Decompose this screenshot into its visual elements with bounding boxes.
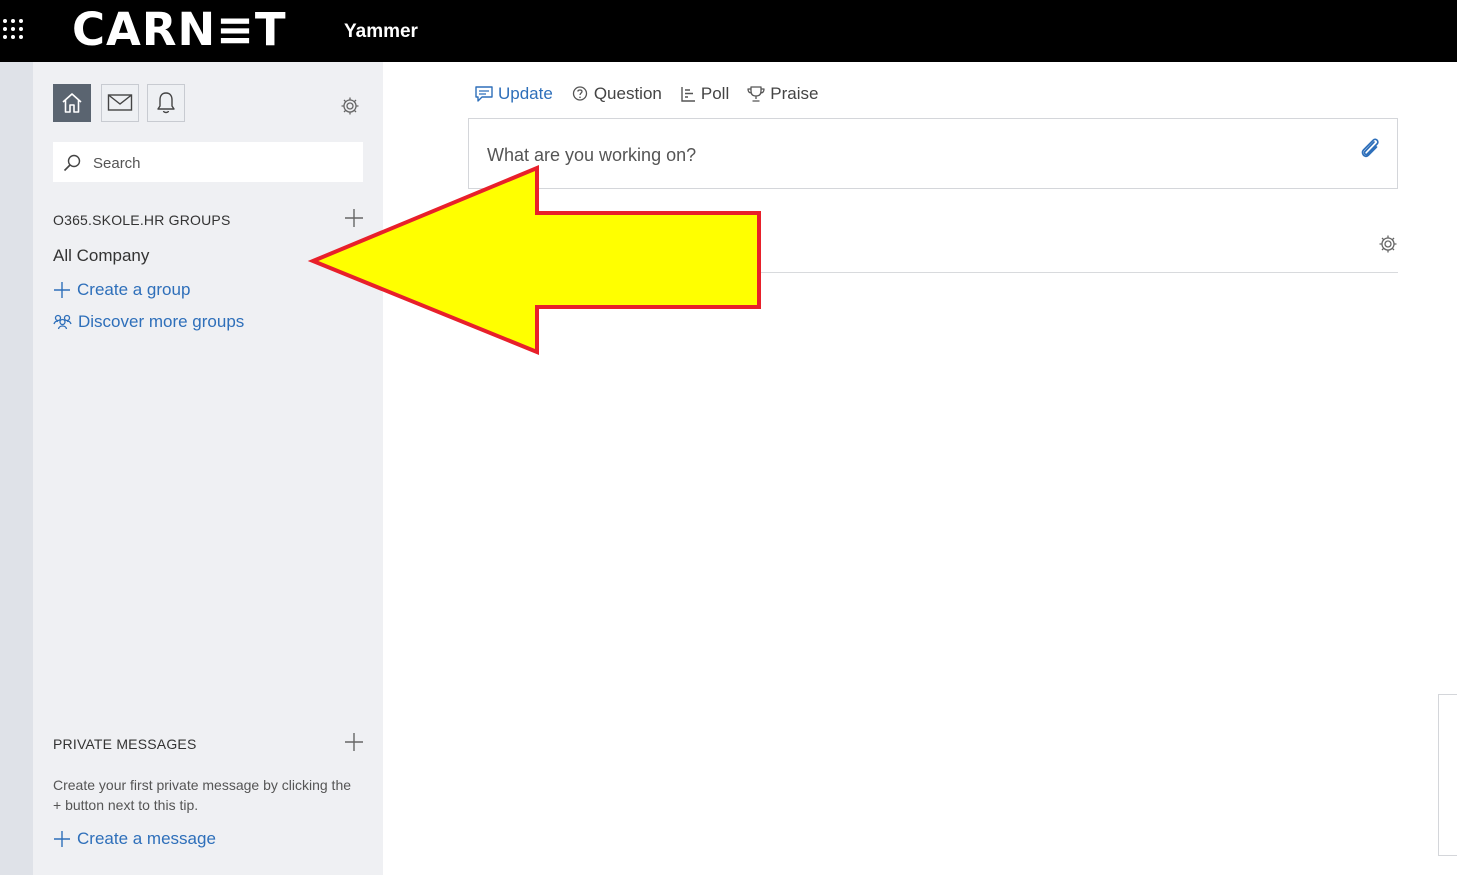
brand-logo[interactable]: CARN≡T (72, 4, 287, 56)
people-icon (53, 314, 72, 330)
app-launcher-icon[interactable] (2, 18, 24, 40)
envelope-icon (107, 94, 133, 111)
trophy-icon (747, 86, 765, 102)
left-strip (0, 62, 33, 875)
home-button[interactable] (53, 84, 91, 122)
plus-icon (54, 831, 70, 847)
tab-poll[interactable]: Poll (680, 82, 729, 106)
add-message-plus-icon[interactable] (344, 732, 364, 752)
tab-update[interactable]: Update (475, 82, 553, 106)
inbox-button[interactable] (101, 84, 139, 122)
groups-section-title: O365.SKOLE.HR GROUPS (53, 212, 231, 228)
notifications-button[interactable] (147, 84, 185, 122)
bell-icon (157, 92, 175, 114)
discover-groups-label: Discover more groups (78, 312, 245, 331)
tab-praise[interactable]: Praise (747, 82, 818, 106)
yellow-arrow-annotation (307, 165, 761, 355)
chat-bubble-icon (475, 86, 493, 102)
side-panel-edge (1438, 694, 1457, 856)
create-group-link[interactable]: Create a group (53, 280, 190, 300)
search-icon (63, 154, 81, 172)
poll-icon (681, 87, 695, 102)
tab-question-label: Question (593, 84, 662, 103)
group-item-all-company[interactable]: All Company (53, 246, 149, 266)
feed-settings-gear-icon[interactable] (1378, 234, 1398, 254)
tab-update-label: Update (498, 84, 553, 103)
tab-praise-label: Praise (770, 84, 819, 103)
discover-groups-link[interactable]: Discover more groups (53, 312, 244, 332)
tab-poll-label: Poll (700, 84, 730, 103)
top-bar: CARN≡T Yammer (0, 0, 1457, 62)
product-name[interactable]: Yammer (344, 20, 418, 44)
private-messages-title: PRIVATE MESSAGES (53, 736, 197, 752)
create-message-link[interactable]: Create a message (53, 829, 216, 849)
create-group-label: Create a group (77, 280, 191, 299)
create-message-label: Create a message (77, 829, 216, 848)
settings-gear-icon[interactable] (340, 96, 360, 116)
home-icon (62, 93, 82, 113)
tab-question[interactable]: Question (571, 82, 662, 106)
publisher-tabs: Update Question Poll Praise (475, 82, 836, 106)
private-messages-tip: Create your first private message by cli… (53, 777, 352, 813)
plus-icon (54, 282, 70, 298)
question-bubble-icon (572, 86, 587, 101)
paperclip-icon[interactable] (1359, 137, 1381, 161)
